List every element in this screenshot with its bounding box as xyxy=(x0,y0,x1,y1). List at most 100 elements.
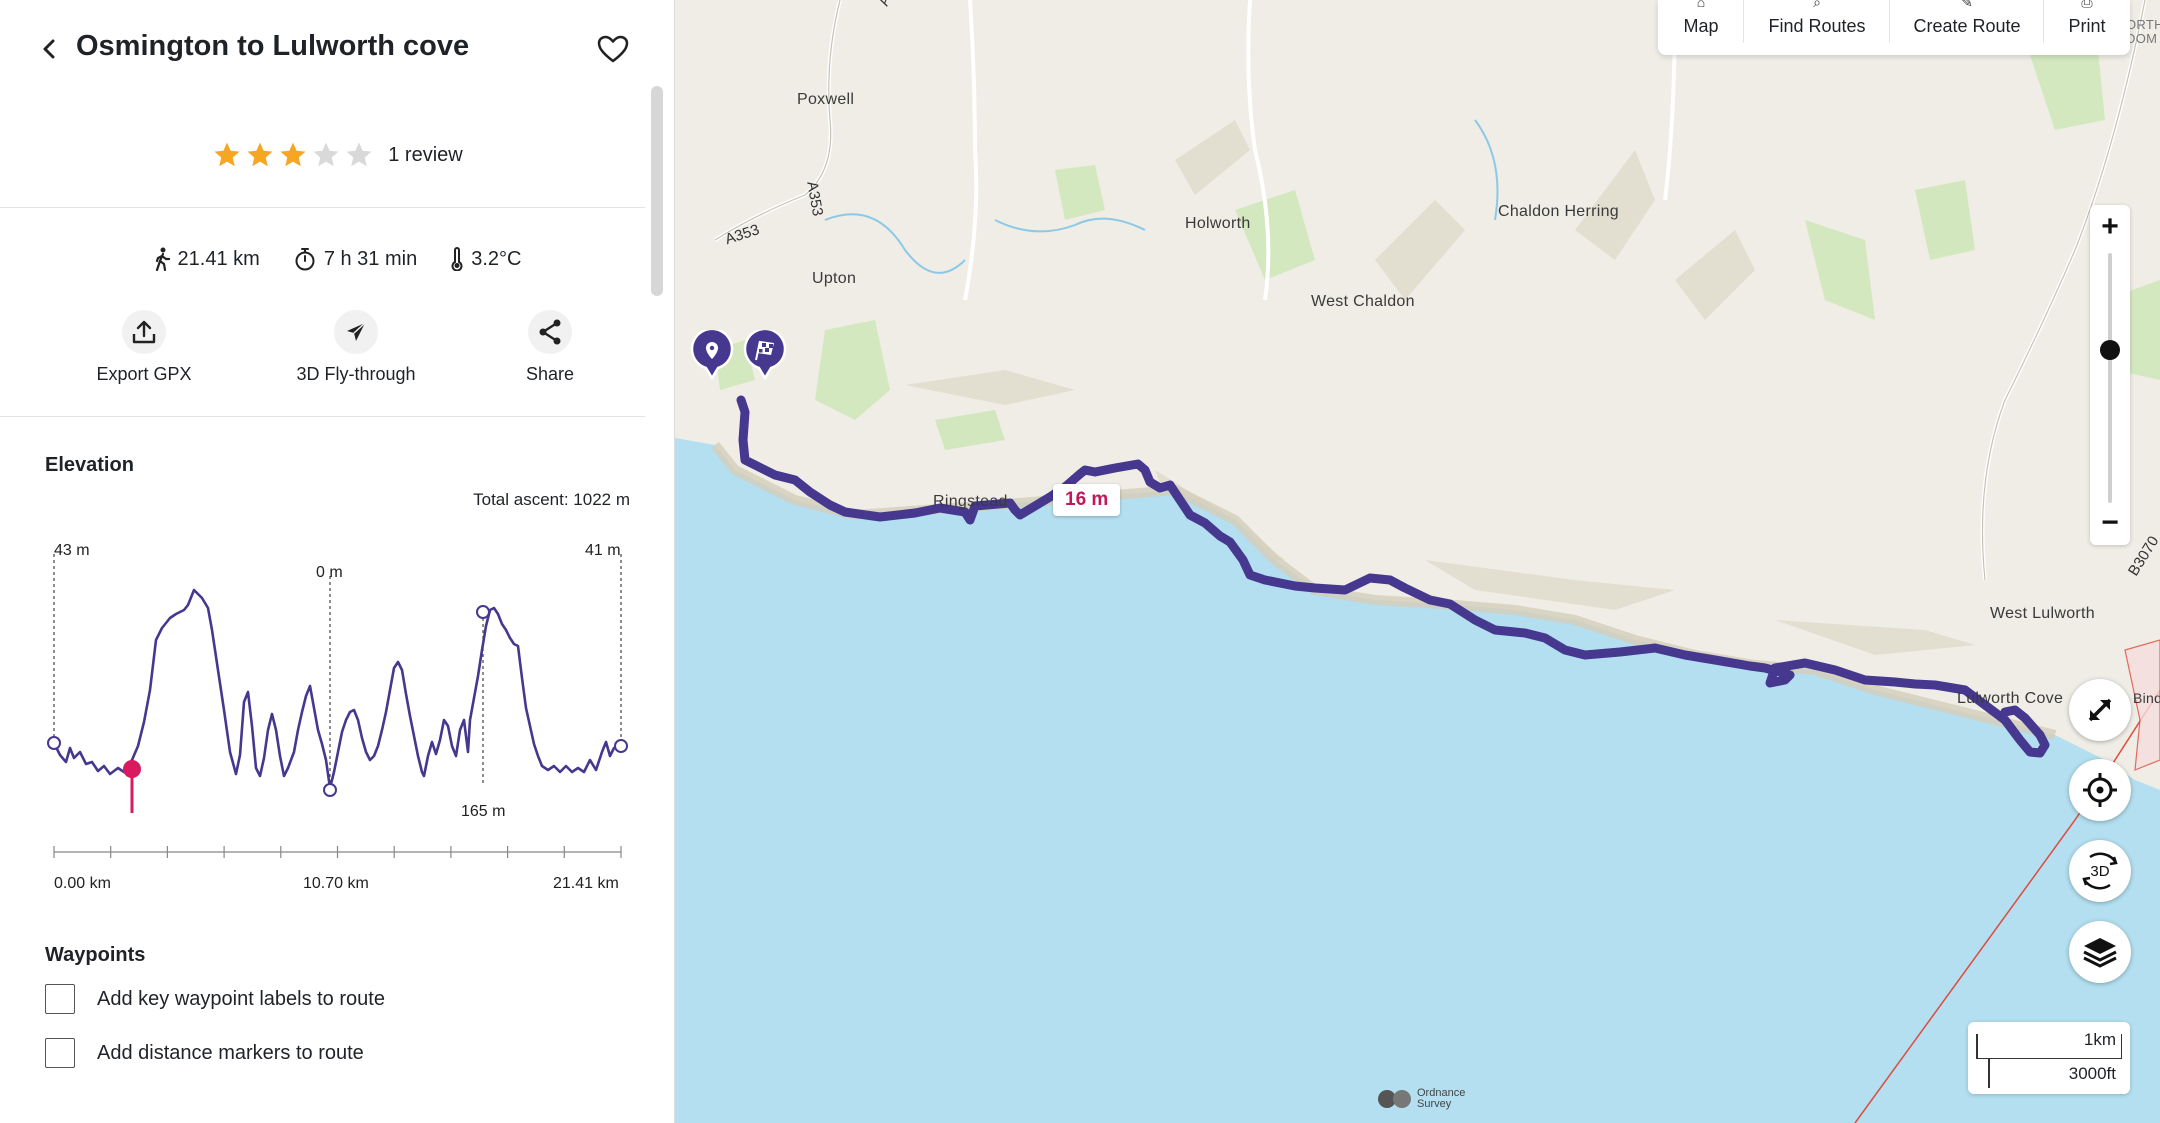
share-icon-wrap xyxy=(528,310,572,354)
stat-distance: 21.41 km xyxy=(154,242,260,276)
back-button[interactable] xyxy=(36,34,62,64)
crosshair-icon xyxy=(2083,773,2117,807)
thermometer-icon xyxy=(451,247,463,271)
zoom-out-button[interactable]: − xyxy=(2090,503,2130,543)
x-start-label: 0.00 km xyxy=(54,875,111,892)
start-point xyxy=(47,736,61,750)
star-icon[interactable] xyxy=(311,140,341,170)
export-icon-wrap xyxy=(122,310,166,354)
fullscreen-button[interactable] xyxy=(2069,679,2131,741)
toolbar-map-label: Map xyxy=(1683,16,1719,36)
flythrough-button[interactable]: 3D Fly-through xyxy=(256,310,456,385)
distance-value: 21.41 km xyxy=(177,247,260,270)
end-point xyxy=(614,739,628,753)
scale-km-label: 1km xyxy=(2083,1030,2116,1049)
star-rating[interactable] xyxy=(212,140,374,170)
max-elevation-label: 165 m xyxy=(461,803,505,820)
action-row: Export GPX 3D Fly-through Share xyxy=(0,310,674,390)
scale-ft-label: 3000ft xyxy=(2068,1064,2116,1083)
star-icon[interactable] xyxy=(278,140,308,170)
elevation-chart[interactable]: 43 m 0 m 165 m 41 m 0.00 km 10.70 km 21.… xyxy=(0,490,675,910)
ordnance-survey-logo: Ordnance Survey xyxy=(1377,1088,1465,1110)
start-elevation-label: 43 m xyxy=(54,542,90,559)
place-label: Upton xyxy=(812,270,857,287)
share-label: Share xyxy=(525,364,575,384)
min-elevation-label: 0 m xyxy=(316,564,343,581)
3d-view-button[interactable]: 3D xyxy=(2069,840,2131,902)
toolbar-create-route-label: Create Route xyxy=(1913,16,2021,36)
map-toolbar: ⌂ Map ⌕ Find Routes ✎ Create Route ⎙ Pri… xyxy=(1658,0,2130,55)
start-pin[interactable] xyxy=(690,330,734,380)
distance-markers-checkbox[interactable] xyxy=(45,1038,75,1068)
distance-markers-text[interactable]: Add distance markers to route xyxy=(97,1042,364,1065)
map-canvas[interactable] xyxy=(675,0,2160,1123)
elevation-profile[interactable]: Total ascent: 1022 m 43 m 0 m 165 m 41 m xyxy=(0,490,675,910)
elevation-tooltip: 16 m xyxy=(1053,484,1121,516)
map-icon: ⌂ xyxy=(1696,0,1706,10)
divider xyxy=(0,416,645,417)
waypoint-labels-checkbox[interactable] xyxy=(45,984,75,1014)
toolbar-map[interactable]: ⌂ Map xyxy=(1658,0,1744,55)
place-label: Bind xyxy=(2133,690,2160,706)
upload-icon xyxy=(132,320,156,344)
route-title: Osmington to Lulworth cove xyxy=(76,30,470,62)
stat-temperature: 3.2°C xyxy=(451,242,521,276)
heart-icon xyxy=(597,35,629,63)
elevation-heading: Elevation xyxy=(45,454,134,476)
route-stats: 21.41 km 7 h 31 min 3.2°C xyxy=(0,242,674,276)
min-point xyxy=(323,783,337,797)
os-credit: Ordnance Survey xyxy=(1417,1087,1466,1110)
route-search-icon: ⌕ xyxy=(1813,0,1821,10)
toolbar-print[interactable]: ⎙ Print xyxy=(2044,0,2130,55)
toolbar-find-routes-label: Find Routes xyxy=(1768,16,1866,36)
star-icon[interactable] xyxy=(245,140,275,170)
elevation-line xyxy=(52,588,621,790)
star-icon[interactable] xyxy=(344,140,374,170)
stopwatch-icon xyxy=(295,248,315,271)
toolbar-print-label: Print xyxy=(2068,16,2106,36)
finish-pin[interactable] xyxy=(743,330,787,380)
os-logo-icon xyxy=(1378,1090,1411,1108)
review-count[interactable]: 1 review xyxy=(388,144,462,167)
favourite-button[interactable] xyxy=(594,32,632,66)
place-label: Lulworth Cove xyxy=(1957,690,2064,707)
zoom-slider[interactable] xyxy=(2108,253,2112,503)
temperature-value: 3.2°C xyxy=(471,247,522,270)
divider xyxy=(0,207,645,208)
zoom-in-button[interactable]: + xyxy=(2090,207,2130,247)
waypoint-labels-text[interactable]: Add key waypoint labels to route xyxy=(97,988,385,1011)
zoom-slider-knob[interactable] xyxy=(2100,340,2120,360)
place-label: West Lulworth xyxy=(1990,605,2095,622)
toolbar-find-routes[interactable]: ⌕ Find Routes xyxy=(1744,0,1890,55)
max-point xyxy=(476,605,490,619)
star-icon[interactable] xyxy=(212,140,242,170)
expand-icon xyxy=(2088,698,2112,722)
locate-me-button[interactable] xyxy=(2069,759,2131,821)
toolbar-create-route[interactable]: ✎ Create Route xyxy=(1890,0,2044,55)
map-view[interactable]: Poxwell Upton Holworth Chaldon Herring W… xyxy=(675,0,2160,1123)
place-label: Chaldon Herring xyxy=(1498,203,1620,220)
distance-markers-option: Add distance markers to route xyxy=(45,1038,364,1068)
export-gpx-label: Export GPX xyxy=(96,364,192,384)
walking-icon xyxy=(155,247,170,271)
export-gpx-button[interactable]: Export GPX xyxy=(44,310,244,385)
duration-value: 7 h 31 min xyxy=(323,247,418,270)
end-elevation-label: 41 m xyxy=(585,542,621,559)
place-label: Ringstead xyxy=(933,493,1008,510)
map-edge-text: ORTH DOM xyxy=(2126,17,2160,46)
waypoints-heading: Waypoints xyxy=(45,944,146,966)
share-button[interactable]: Share xyxy=(450,310,650,385)
3d-label: 3D xyxy=(2090,863,2109,880)
layers-icon xyxy=(2083,938,2117,968)
route-panel: Osmington to Lulworth cove 1 review 21.4… xyxy=(0,0,675,1123)
chevron-left-icon xyxy=(43,39,55,59)
panel-header: Osmington to Lulworth cove xyxy=(0,18,674,78)
position-marker[interactable] xyxy=(123,760,141,778)
stat-duration: 7 h 31 min xyxy=(294,242,417,276)
map-scale: 1km 3000ft xyxy=(1968,1022,2130,1094)
app: Osmington to Lulworth cove 1 review 21.4… xyxy=(0,0,2160,1123)
rotate-3d-icon: 3D xyxy=(2082,852,2118,890)
place-label: West Chaldon xyxy=(1311,293,1415,310)
zoom-control: + − xyxy=(2090,205,2130,545)
layers-button[interactable] xyxy=(2069,921,2131,983)
